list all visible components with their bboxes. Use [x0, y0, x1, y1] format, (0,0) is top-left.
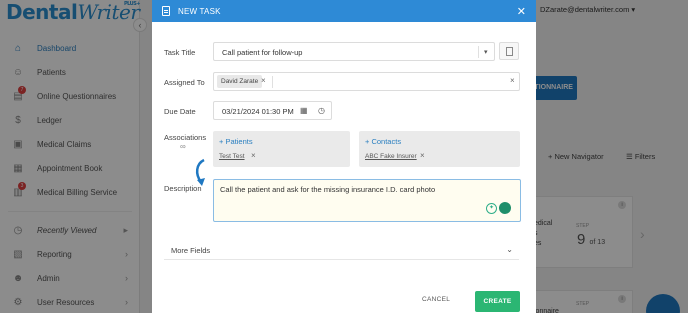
lightbulb-icon[interactable]: ✦: [486, 203, 497, 214]
clock-icon[interactable]: ◷: [318, 106, 325, 115]
assigned-to-field[interactable]: David Zarate × ×: [213, 72, 520, 91]
add-patient-link[interactable]: + Patients: [219, 137, 253, 146]
template-button[interactable]: [499, 42, 519, 60]
create-button[interactable]: CREATE: [475, 291, 520, 312]
document-icon: [162, 6, 170, 16]
clear-assignees-icon[interactable]: ×: [510, 76, 515, 85]
description-textarea[interactable]: Call the patient and ask for the missing…: [213, 179, 521, 222]
task-title-label: Task Title: [164, 48, 196, 57]
description-label: Description: [164, 184, 202, 193]
cancel-button[interactable]: CANCEL: [422, 296, 450, 303]
calendar-icon[interactable]: ▦: [300, 106, 308, 115]
assignee-chip: David Zarate: [217, 75, 263, 88]
add-contact-link[interactable]: + Contacts: [365, 137, 401, 146]
caret-down-icon[interactable]: ▾: [484, 48, 488, 56]
speech-bubble-icon[interactable]: [499, 202, 511, 214]
modal-title: NEW TASK: [178, 6, 221, 16]
document-icon: [506, 47, 513, 56]
contact-chip[interactable]: ABC Fake Insurer: [365, 153, 417, 160]
link-icon: ∞: [180, 142, 186, 151]
due-date-field[interactable]: 03/21/2024 01:30 PM ▦ ◷: [213, 101, 332, 120]
patient-chip[interactable]: Test Test: [219, 153, 245, 160]
task-title-select[interactable]: Call patient for follow-up ▾: [213, 42, 495, 61]
more-fields-toggle[interactable]: More Fields ⌄: [164, 243, 519, 260]
associations-label: Associations: [164, 133, 207, 142]
close-icon[interactable]: ✕: [517, 5, 526, 18]
new-task-modal: NEW TASK ✕ Task Title Call patient for f…: [152, 0, 536, 313]
due-date-label: Due Date: [164, 107, 196, 116]
contacts-association-box: + Contacts ABC Fake Insurer ×: [359, 131, 520, 167]
modal-header: NEW TASK ✕: [152, 0, 536, 22]
chevron-down-icon: ⌄: [506, 245, 513, 254]
remove-assignee-icon[interactable]: ×: [261, 76, 266, 85]
patients-association-box: + Patients Test Test ×: [213, 131, 350, 167]
remove-contact-icon[interactable]: ×: [420, 151, 425, 160]
remove-patient-icon[interactable]: ×: [251, 151, 256, 160]
assigned-to-label: Assigned To: [164, 78, 205, 87]
